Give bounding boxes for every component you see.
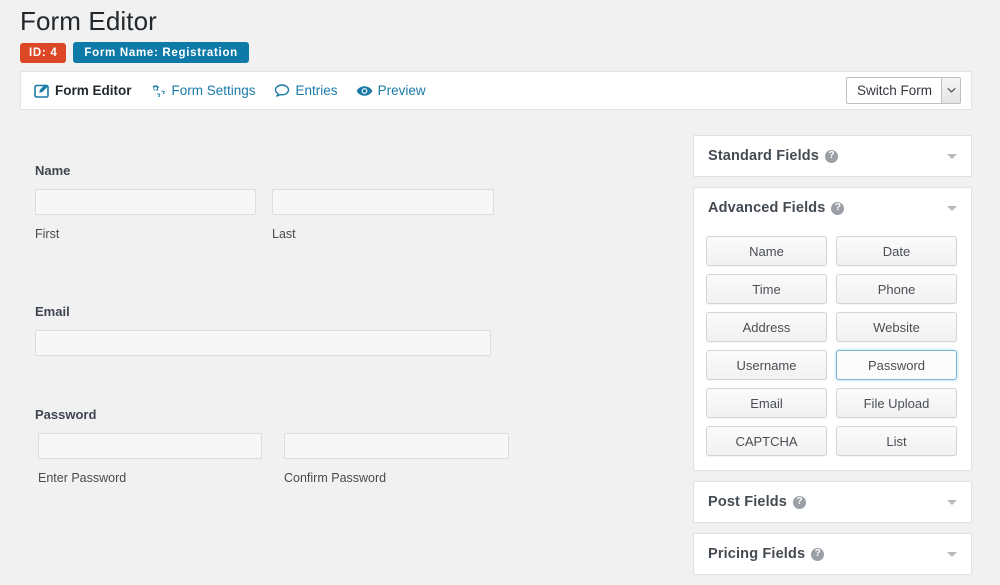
- panel-advanced-fields-header[interactable]: Advanced Fields ?: [694, 188, 971, 228]
- password-enter-group: Enter Password: [38, 433, 262, 485]
- tab-form-settings-label: Form Settings: [171, 82, 256, 98]
- field-button-address[interactable]: Address: [706, 312, 827, 342]
- field-button-website[interactable]: Website: [836, 312, 957, 342]
- help-icon[interactable]: ?: [793, 495, 806, 509]
- help-icon[interactable]: ?: [825, 149, 839, 163]
- field-button-time[interactable]: Time: [706, 274, 827, 304]
- name-last-input[interactable]: [272, 189, 494, 215]
- field-button-phone[interactable]: Phone: [836, 274, 957, 304]
- chevron-down-icon[interactable]: [947, 205, 957, 211]
- field-button-email[interactable]: Email: [706, 388, 827, 418]
- field-button-username[interactable]: Username: [706, 350, 827, 380]
- field-button-date[interactable]: Date: [836, 236, 957, 266]
- help-icon[interactable]: ?: [831, 201, 845, 215]
- password-confirm-input[interactable]: [284, 433, 509, 459]
- panel-standard-fields-title: Standard Fields: [708, 148, 820, 164]
- panel-advanced-fields[interactable]: Advanced Fields ? Name Date Time Phone A…: [693, 187, 972, 471]
- badge-row: ID: 4 Form Name: Registration: [20, 42, 1000, 63]
- switch-form-value: Switch Form: [856, 83, 932, 98]
- email-group: [35, 330, 491, 356]
- field-button-list[interactable]: List: [836, 426, 957, 456]
- email-input[interactable]: [35, 330, 491, 356]
- form-nav-bar: Form Editor Form Settings Entries Previe…: [20, 71, 972, 110]
- form-preview-canvas: Name First Last Email Password Enter Pas…: [0, 120, 660, 485]
- name-first-group: First: [35, 189, 256, 241]
- form-field-password-label: Password: [35, 407, 97, 422]
- form-name-badge: Form Name: Registration: [73, 42, 249, 63]
- pencil-square-icon: [33, 82, 50, 99]
- panel-advanced-fields-title: Advanced Fields: [708, 200, 826, 216]
- panel-standard-fields-header[interactable]: Standard Fields ?: [694, 136, 971, 176]
- panel-pricing-fields[interactable]: Pricing Fields ?: [693, 533, 972, 575]
- panel-pricing-fields-title: Pricing Fields: [708, 546, 806, 562]
- field-button-password[interactable]: Password: [836, 350, 957, 380]
- help-icon[interactable]: ?: [811, 547, 825, 561]
- switch-form-select[interactable]: Switch Form: [845, 77, 961, 104]
- chevron-down-icon[interactable]: [947, 499, 957, 505]
- password-confirm-group: Confirm Password: [284, 433, 509, 485]
- id-badge: ID: 4: [20, 42, 67, 63]
- name-last-sublabel: Last: [272, 227, 296, 241]
- page-title: Form Editor: [20, 6, 157, 36]
- field-button-file-upload[interactable]: File Upload: [836, 388, 957, 418]
- name-last-group: Last: [272, 189, 494, 241]
- form-field-email-label: Email: [35, 304, 70, 319]
- tab-entries[interactable]: Entries: [274, 82, 338, 99]
- tab-entries-label: Entries: [295, 82, 338, 98]
- tab-form-editor[interactable]: Form Editor: [33, 82, 132, 99]
- panel-post-fields[interactable]: Post Fields ?: [693, 481, 972, 523]
- panel-post-fields-title: Post Fields: [708, 494, 787, 510]
- advanced-fields-button-grid: Name Date Time Phone Address Website Use…: [694, 228, 971, 470]
- form-field-name-label: Name: [35, 163, 71, 178]
- password-enter-sublabel: Enter Password: [38, 471, 127, 485]
- form-field-name[interactable]: Name First Last: [0, 163, 660, 241]
- form-field-email[interactable]: Email: [0, 304, 660, 356]
- chevron-down-icon[interactable]: [947, 551, 957, 557]
- chevron-down-icon[interactable]: [947, 153, 957, 159]
- page-header: Form Editor ID: 4 Form Name: Registratio…: [0, 0, 1000, 63]
- password-enter-input[interactable]: [38, 433, 262, 459]
- field-button-name[interactable]: Name: [706, 236, 827, 266]
- eye-icon: [356, 82, 373, 99]
- password-confirm-sublabel: Confirm Password: [284, 471, 387, 485]
- chevron-down-icon[interactable]: [941, 78, 960, 103]
- tab-preview-label: Preview: [377, 82, 426, 98]
- switch-form-control[interactable]: Switch Form: [845, 77, 961, 104]
- tab-preview[interactable]: Preview: [356, 82, 426, 99]
- form-field-password[interactable]: Password Enter Password Confirm Password: [0, 407, 660, 485]
- name-first-sublabel: First: [35, 227, 60, 241]
- field-palette-sidebar: Standard Fields ? Advanced Fields ? Name…: [693, 135, 972, 585]
- panel-post-fields-header[interactable]: Post Fields ?: [694, 482, 971, 522]
- panel-standard-fields[interactable]: Standard Fields ?: [693, 135, 972, 177]
- name-first-input[interactable]: [35, 189, 256, 215]
- panel-pricing-fields-header[interactable]: Pricing Fields ?: [694, 534, 971, 574]
- tab-form-settings[interactable]: Form Settings: [150, 82, 256, 99]
- speech-bubble-icon: [274, 82, 291, 99]
- gears-icon: [150, 82, 167, 99]
- field-button-captcha[interactable]: CAPTCHA: [706, 426, 827, 456]
- tab-form-editor-label: Form Editor: [55, 82, 132, 98]
